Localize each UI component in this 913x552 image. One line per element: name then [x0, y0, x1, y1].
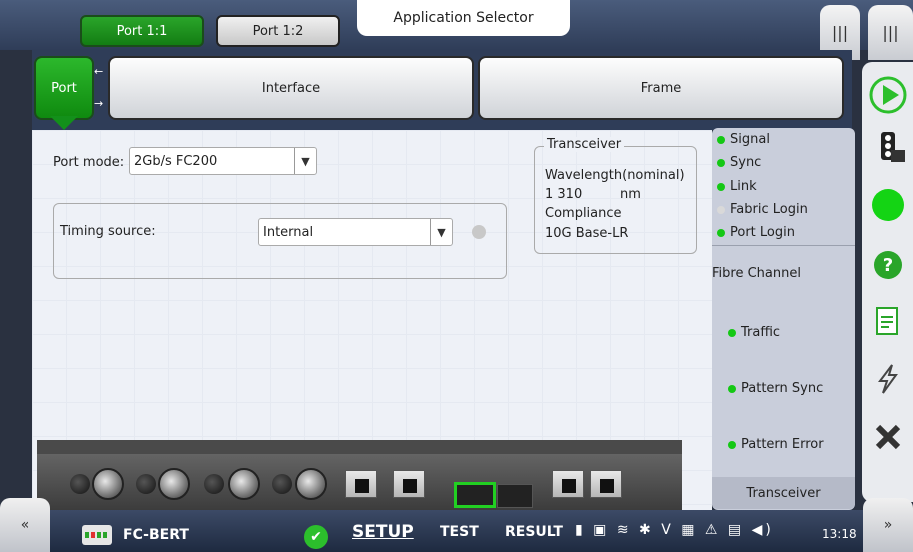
- timing-source-value: Internal: [263, 224, 314, 240]
- close-icon[interactable]: [862, 412, 913, 462]
- status-label: Sync: [730, 155, 762, 170]
- rj45-port-icon: [393, 470, 425, 498]
- port-mode-value: 2Gb/s FC200: [134, 153, 218, 169]
- sfp-port-active[interactable]: [454, 482, 496, 508]
- play-icon[interactable]: [862, 70, 913, 120]
- status-traffic: Traffic: [728, 325, 780, 340]
- wavelength-label: Wavelength(nominal): [545, 168, 685, 183]
- bnc-connector-icon: [228, 468, 260, 500]
- bnc-connector-icon: [158, 468, 190, 500]
- bnc-connector-icon: [204, 474, 224, 494]
- port-direction-arrows-icon: ← →: [94, 65, 104, 110]
- bnc-connector-icon: [295, 468, 327, 500]
- bnc-connector-icon: [70, 474, 90, 494]
- status-label: Pattern Error: [741, 437, 824, 452]
- status-pattern-error: Pattern Error: [728, 437, 824, 452]
- wavelength-unit: nm: [620, 187, 641, 202]
- menu-bars-icon[interactable]: |||: [868, 5, 913, 60]
- previous-panel-button[interactable]: «: [0, 498, 50, 552]
- next-panel-button[interactable]: »: [863, 498, 913, 552]
- status-pattern-sync: Pattern Sync: [728, 381, 823, 396]
- status-divider: [712, 245, 855, 246]
- status-dot-icon: [728, 384, 736, 393]
- compliance-label: Compliance: [545, 206, 622, 221]
- clock: 13:18: [822, 527, 857, 541]
- bnc-connector-icon: [272, 474, 292, 494]
- status-dot-icon: [717, 135, 725, 144]
- status-label: Link: [730, 179, 757, 194]
- check-icon: ✔: [304, 525, 328, 549]
- transceiver-title: Transceiver: [544, 137, 625, 152]
- status-dot-icon: [728, 440, 736, 449]
- sfp-port-icon: [497, 484, 533, 508]
- subtab-frame[interactable]: Frame: [478, 56, 844, 120]
- rj45-port-icon: [552, 470, 584, 498]
- app-name: FC-BERT: [123, 527, 189, 543]
- status-signal: Signal: [717, 132, 770, 147]
- status-label: Fabric Login: [730, 202, 808, 217]
- nav-setup[interactable]: SETUP: [352, 522, 414, 542]
- system-status-icons: ▮ ▣ ≋ ✱ V ▦ ⚠ ▤ ◀): [575, 522, 774, 538]
- application-selector-button[interactable]: Application Selector: [357, 0, 570, 36]
- app-icon: [82, 525, 112, 545]
- status-label: Pattern Sync: [741, 381, 824, 396]
- report-icon[interactable]: [862, 296, 913, 346]
- timing-status-indicator: [472, 225, 486, 239]
- nav-result[interactable]: RESULT: [505, 524, 563, 540]
- status-dot-icon: [717, 182, 725, 191]
- port-mode-select[interactable]: 2Gb/s FC200 ▼: [129, 147, 317, 175]
- dropdown-arrow-icon[interactable]: ▼: [294, 148, 316, 174]
- port-panel-strip: [37, 440, 682, 454]
- lightning-icon[interactable]: [862, 354, 913, 404]
- tab-port-1-2[interactable]: Port 1:2: [216, 15, 340, 47]
- status-dot-icon: [717, 158, 725, 167]
- subtab-port[interactable]: Port: [34, 56, 94, 120]
- status-fabric-login: Fabric Login: [717, 202, 808, 217]
- fibre-channel-label: Fibre Channel: [712, 266, 801, 281]
- status-label: Signal: [730, 132, 770, 147]
- status-circle-icon[interactable]: [862, 180, 913, 230]
- help-icon[interactable]: ?: [862, 240, 913, 290]
- bnc-connector-icon: [136, 474, 156, 494]
- status-dot-icon: [717, 205, 725, 214]
- timing-source-select[interactable]: Internal ▼: [258, 218, 453, 246]
- rj45-port-icon: [345, 470, 377, 498]
- bnc-connector-icon: [92, 468, 124, 500]
- wavelength-value: 1 310: [545, 187, 583, 202]
- dropdown-arrow-icon[interactable]: ▼: [430, 219, 452, 245]
- status-label: Traffic: [741, 325, 781, 340]
- status-label: Port Login: [730, 225, 795, 240]
- transceiver-status-button[interactable]: Transceiver: [712, 477, 855, 509]
- rj45-port-icon: [590, 470, 622, 498]
- compliance-value: 10G Base-LR: [545, 226, 629, 241]
- subtab-interface[interactable]: Interface: [108, 56, 474, 120]
- status-dot-icon: [717, 228, 725, 237]
- traffic-light-icon[interactable]: [862, 122, 913, 172]
- svg-text:?: ?: [882, 255, 892, 276]
- timing-source-label: Timing source:: [60, 224, 156, 239]
- nav-test[interactable]: TEST: [440, 524, 479, 540]
- status-sync: Sync: [717, 155, 761, 170]
- status-dot-icon: [728, 328, 736, 337]
- status-link: Link: [717, 179, 757, 194]
- tab-port-1-1[interactable]: Port 1:1: [80, 15, 204, 47]
- status-port-login: Port Login: [717, 225, 795, 240]
- active-tab-pointer: [50, 116, 78, 130]
- port-mode-label: Port mode:: [53, 155, 125, 170]
